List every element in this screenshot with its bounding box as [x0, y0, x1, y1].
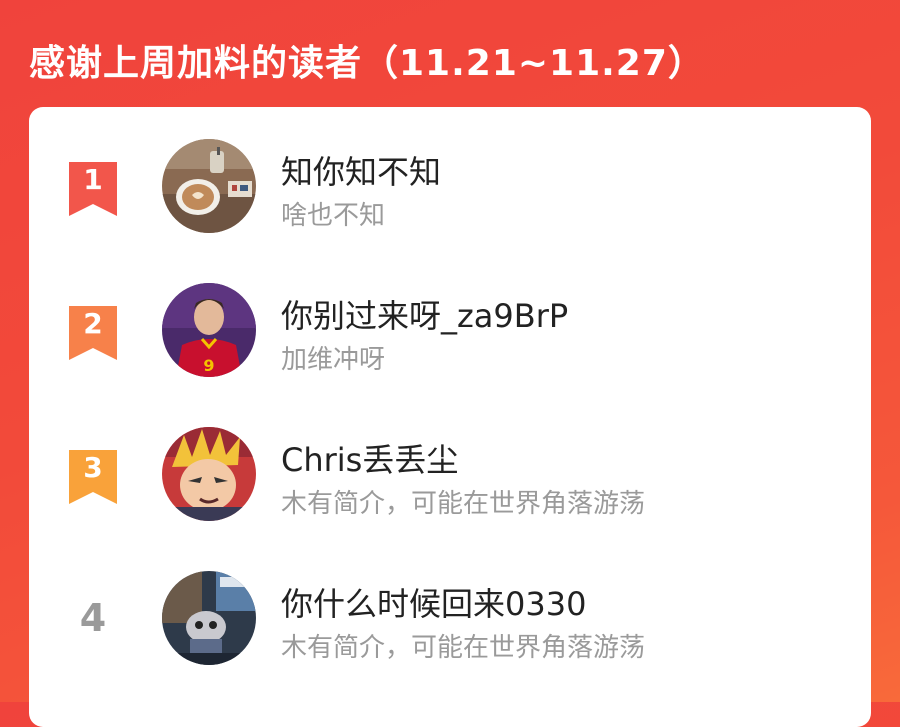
reader-bio: 木有简介，可能在世界角落游荡 [281, 489, 646, 519]
reader-name[interactable]: Chris丢丢尘 [281, 435, 458, 481]
reader-bio: 木有简介，可能在世界角落游荡 [281, 633, 646, 663]
rank-badge-1: 1 [69, 162, 117, 216]
rank-number: 2 [83, 307, 103, 340]
reader-bio: 加维冲呀 [281, 345, 386, 375]
reader-row-4[interactable]: 4 你什么时候回来0330 木有简介，可能在世界角落游荡 [29, 567, 871, 667]
rank-number: 3 [83, 451, 103, 484]
svg-text:9: 9 [203, 356, 214, 375]
rank-badge-3: 3 [69, 450, 117, 504]
reader-row-3[interactable]: 3 Chris丢丢尘 木有简介，可能在世界角落游荡 [29, 423, 871, 523]
rank-number: 1 [83, 163, 103, 196]
rank-number: 4 [79, 596, 107, 640]
coffee-cup-photo-icon [162, 139, 256, 233]
page-title: 感谢上周加料的读者（11.21~11.27） [29, 43, 705, 84]
anime-character-avatar-icon [162, 427, 256, 521]
reader-name[interactable]: 你别过来呀_za9BrP [281, 291, 568, 337]
avatar[interactable] [162, 139, 256, 233]
rank-badge-2: 2 [69, 306, 117, 360]
avatar[interactable] [162, 427, 256, 521]
figurine-photo-icon [162, 571, 256, 665]
reader-name[interactable]: 你什么时候回来0330 [281, 579, 586, 625]
avatar[interactable]: 9 [162, 283, 256, 377]
reader-row-2[interactable]: 2 9 你别过来呀_za9BrP 加维冲呀 [29, 279, 871, 379]
reader-name[interactable]: 知你知不知 [281, 147, 441, 193]
footballer-photo-icon: 9 [162, 283, 256, 377]
reader-list-card: 1 知你知不知 啥也不知 2 9 你别过来呀_za9BrP 加维冲呀 3 Chr… [29, 107, 871, 727]
reader-bio: 啥也不知 [281, 201, 386, 231]
reader-row-1[interactable]: 1 知你知不知 啥也不知 [29, 135, 871, 235]
avatar[interactable] [162, 571, 256, 665]
